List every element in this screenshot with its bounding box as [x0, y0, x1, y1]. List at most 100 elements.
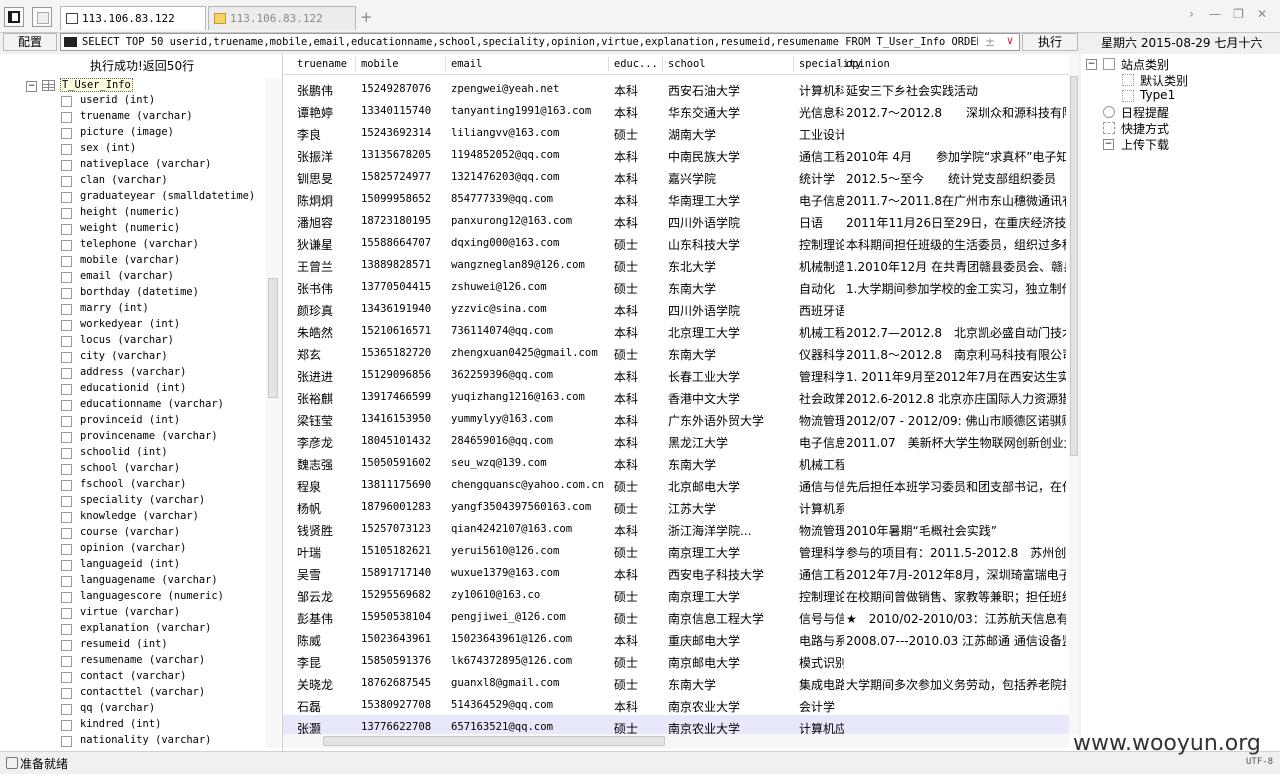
header-divider[interactable]	[662, 57, 663, 71]
table-row[interactable]: 李彦龙 18045101432 284659016@qq.com 本科 黑龙江大学 电子信…	[283, 429, 1069, 451]
tree-column-item[interactable]: email (varchar)	[0, 270, 262, 286]
header-divider[interactable]	[608, 57, 609, 71]
collapse-toggle-icon[interactable]: −	[26, 81, 37, 92]
tree-column-item[interactable]: weight (numeric)	[0, 222, 262, 238]
table-row[interactable]: 谭艳婷 13340115740 tanyanting1991@163.com 本科 华东…	[283, 99, 1069, 121]
tree-column-item[interactable]: sex (int)	[0, 142, 262, 158]
column-header[interactable]: educ...	[614, 58, 658, 70]
tree-type1[interactable]: Type1	[1081, 88, 1271, 104]
tree-column-item[interactable]: course (varchar)	[0, 526, 262, 542]
tree-site-categories[interactable]: − 站点类别	[1081, 56, 1271, 72]
table-row[interactable]: 王曾兰 13889828571 wangzneglan89@126.com 硕士 东北大…	[283, 253, 1069, 275]
tree-column-item[interactable]: speciality (varchar)	[0, 494, 262, 510]
table-row[interactable]: 叶瑞 15105182621 yerui5610@126.com 硕士 南京理工大学 管理…	[283, 539, 1069, 561]
header-divider[interactable]	[793, 57, 794, 71]
tree-column-item[interactable]: languagescore (numeric)	[0, 590, 262, 606]
collapse-toggle-icon[interactable]: −	[1086, 59, 1097, 70]
table-row[interactable]: 张裕麒 13917466599 yuqizhang1216@163.com 本科 香港中…	[283, 385, 1069, 407]
tree-column-item[interactable]: opinion (varchar)	[0, 542, 262, 558]
header-divider[interactable]	[355, 57, 356, 71]
table-row[interactable]: 钱贤胜 15257073123 qian4242107@163.com 本科 浙江海洋学…	[283, 517, 1069, 539]
column-header[interactable]: email	[451, 58, 482, 70]
tree-column-item[interactable]: graduateyear (smalldatetime)	[0, 190, 262, 206]
tree-column-item[interactable]: contacttel (varchar)	[0, 686, 262, 702]
tree-column-item[interactable]: explanation (varchar)	[0, 622, 262, 638]
tree-column-item[interactable]: truename (varchar)	[0, 110, 262, 126]
tree-column-item[interactable]: languageid (int)	[0, 558, 262, 574]
toggle-sidebar-button[interactable]	[4, 7, 24, 27]
table-row[interactable]: 程泉 13811175690 chengquansc@yahoo.com.cn 硕士 北…	[283, 473, 1069, 495]
tree-column-item[interactable]: locus (varchar)	[0, 334, 262, 350]
restore-icon[interactable]: ❐	[1231, 7, 1247, 21]
table-row[interactable]: 钏思旻 15825724977 1321476203@qq.com 本科 嘉兴学院 统计学…	[283, 165, 1069, 187]
header-divider[interactable]	[445, 57, 446, 71]
header-divider[interactable]	[840, 57, 841, 71]
plus-minus-icon[interactable]: ±	[985, 35, 995, 49]
blank-page-button[interactable]	[32, 7, 52, 27]
tree-shortcuts[interactable]: 快捷方式	[1081, 120, 1271, 136]
table-row[interactable]: 关晓龙 18762687545 guanxl8@gmail.com 硕士 东南大学 集成电…	[283, 671, 1069, 693]
column-header[interactable]: mobile	[361, 58, 399, 70]
table-row[interactable]: 潘旭容 18723180195 panxurong12@163.com 本科 四川外语学…	[283, 209, 1069, 231]
tree-column-item[interactable]: provinceid (int)	[0, 414, 262, 430]
collapse-toggle-icon[interactable]: −	[1103, 139, 1114, 150]
tab-connection-2[interactable]: 113.106.83.122	[208, 6, 356, 30]
table-row[interactable]: 朱皓然 15210616571 736114074@qq.com 本科 北京理工大学 机械…	[283, 319, 1069, 341]
table-row[interactable]: 彭基伟 15950538104 pengjiwei_@126.com 硕士 南京信息工程…	[283, 605, 1069, 627]
table-row[interactable]: 邹云龙 15295569682 zy10610@163.co 硕士 南京理工大学 控制理论…	[283, 583, 1069, 605]
config-button[interactable]: 配置	[3, 33, 57, 51]
sql-input[interactable]: SELECT TOP 50 userid,truename,mobile,ema…	[60, 33, 1020, 51]
table-row[interactable]: 张进进 15129096856 362259396@qq.com 本科 长春工业大学 管理…	[283, 363, 1069, 385]
tree-column-item[interactable]: height (numeric)	[0, 206, 262, 222]
chevron-right-icon[interactable]: ›	[1184, 7, 1200, 21]
tree-column-item[interactable]: resumename (varchar)	[0, 654, 262, 670]
table-row[interactable]: 石磊 15380927708 514364529@qq.com 本科 南京农业大学 会计学	[283, 693, 1069, 715]
tree-column-item[interactable]: contact (varchar)	[0, 670, 262, 686]
table-row[interactable]: 吴雪 15891717140 wuxue1379@163.com 本科 西安电子科技大学…	[283, 561, 1069, 583]
tree-upload-download[interactable]: − 上传下载	[1081, 136, 1271, 152]
tree-column-item[interactable]: marry (int)	[0, 302, 262, 318]
tree-column-item[interactable]: borthday (datetime)	[0, 286, 262, 302]
minimize-icon[interactable]: —	[1207, 7, 1223, 21]
tree-table-node[interactable]: − T_User_Info	[0, 78, 260, 94]
tree-column-item[interactable]: fschool (varchar)	[0, 478, 262, 494]
tree-schedule-reminder[interactable]: 日程提醒	[1081, 104, 1271, 120]
table-row[interactable]: 陈炯炯 15099958652 854777339@qq.com 本科 华南理工大学 电子…	[283, 187, 1069, 209]
table-row[interactable]: 郑玄 15365182720 zhengxuan0425@gmail.com 硕士 东南…	[283, 341, 1069, 363]
scroll-thumb[interactable]	[1070, 76, 1078, 456]
tree-column-item[interactable]: school (varchar)	[0, 462, 262, 478]
table-row[interactable]: 陈威 15023643961 15023643961@126.com 本科 重庆邮电大学…	[283, 627, 1069, 649]
vertical-scrollbar[interactable]	[266, 78, 281, 748]
tree-default-category[interactable]: 默认类别	[1081, 72, 1271, 88]
chevron-down-icon[interactable]: ∨	[1006, 34, 1014, 47]
tree-column-item[interactable]: mobile (varchar)	[0, 254, 262, 270]
table-row[interactable]: 张鹏伟 15249287076 zpengwei@yeah.net 本科 西安石油大学 计…	[283, 77, 1069, 99]
table-row[interactable]: 魏志强 15050591602 seu_wzq@139.com 本科 东南大学 机械工程.…	[283, 451, 1069, 473]
grid-vertical-scrollbar[interactable]	[1069, 54, 1079, 734]
tree-column-item[interactable]: provincename (varchar)	[0, 430, 262, 446]
table-row[interactable]: 狄谦星 15588664707 dqxing000@163.com 硕士 山东科技大学 控…	[283, 231, 1069, 253]
tree-column-item[interactable]: educationname (varchar)	[0, 398, 262, 414]
table-row[interactable]: 梁钰莹 13416153950 yummylyy@163.com 本科 广东外语外贸大学…	[283, 407, 1069, 429]
tree-column-item[interactable]: resumeid (int)	[0, 638, 262, 654]
tree-column-item[interactable]: telephone (varchar)	[0, 238, 262, 254]
tree-column-item[interactable]: city (varchar)	[0, 350, 262, 366]
tree-column-item[interactable]: languagename (varchar)	[0, 574, 262, 590]
tree-column-item[interactable]: address (varchar)	[0, 366, 262, 382]
scroll-thumb[interactable]	[323, 736, 665, 746]
column-header[interactable]: opinion	[846, 58, 890, 70]
tree-column-item[interactable]: picture (image)	[0, 126, 262, 142]
column-header[interactable]: truename	[297, 58, 347, 70]
close-icon[interactable]: ✕	[1254, 7, 1270, 21]
run-button[interactable]: 执行	[1022, 33, 1078, 51]
tree-column-item[interactable]: qq (varchar)	[0, 702, 262, 718]
column-header[interactable]: school	[668, 58, 706, 70]
table-row[interactable]: 杨帆 18796001283 yangf3504397560163.com 硕士 江苏大…	[283, 495, 1069, 517]
table-row[interactable]: 李良 15243692314 liliangvv@163.com 硕士 湖南大学 工业设计	[283, 121, 1069, 143]
tree-column-item[interactable]: nativeplace (varchar)	[0, 158, 262, 174]
table-row[interactable]: 颜珍真 13436191940 yzzvic@sina.com 本科 四川外语学院 西班牙…	[283, 297, 1069, 319]
tree-column-item[interactable]: schoolid (int)	[0, 446, 262, 462]
table-row[interactable]: 李昆 15850591376 lk674372895@126.com 硕士 南京邮电大学…	[283, 649, 1069, 671]
tree-column-item[interactable]: nationality (varchar)	[0, 734, 262, 750]
table-row[interactable]: 张书伟 13770504415 zshuwei@126.com 硕士 东南大学 自动化 1.…	[283, 275, 1069, 297]
